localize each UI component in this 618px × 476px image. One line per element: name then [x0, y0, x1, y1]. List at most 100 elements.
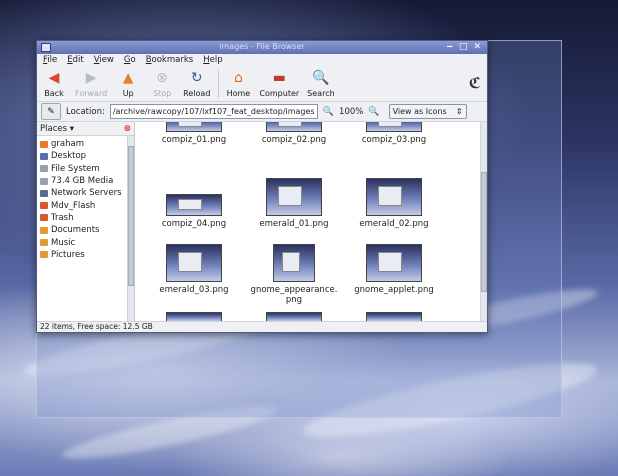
- title-bar[interactable]: images - File Browser ‒ □ ✕: [37, 41, 487, 54]
- image-thumbnail: [266, 178, 322, 216]
- view-mode-select[interactable]: View as Icons ⇕: [388, 104, 467, 119]
- home-icon: ⌂: [233, 70, 243, 86]
- menu-help[interactable]: Help: [203, 55, 222, 65]
- image-thumbnail: [166, 194, 222, 216]
- sidebar-scrollbar[interactable]: [127, 136, 134, 321]
- main-scrollbar[interactable]: [480, 122, 487, 321]
- thumbnail-window: [177, 199, 203, 210]
- thumbnail-window: [177, 252, 203, 272]
- sidebar-item[interactable]: Network Servers: [37, 187, 134, 199]
- toolbar: ◀ Back ▶ Forward ▲ Up ⊗ Stop ↻ Reload ⌂ …: [37, 66, 487, 102]
- edit-icon: ✎: [47, 106, 55, 117]
- places-dropdown[interactable]: Places ▾: [40, 124, 74, 134]
- sidebar-item[interactable]: Trash: [37, 212, 134, 224]
- thumbnail-window: [377, 186, 403, 206]
- file-name-label: compiz_02.png: [261, 135, 327, 145]
- usb-drive-icon: [40, 202, 48, 210]
- image-thumbnail: [366, 122, 422, 132]
- throbber-icon: ℭ: [468, 74, 481, 92]
- arrow-right-icon: ▶: [85, 70, 97, 86]
- menu-file[interactable]: File: [43, 55, 57, 65]
- file-name-label: compiz_04.png: [161, 219, 227, 229]
- close-sidebar-icon[interactable]: ⊗: [123, 124, 131, 134]
- forward-button[interactable]: ▶ Forward: [75, 69, 107, 98]
- sidebar-item[interactable]: Pictures: [37, 249, 134, 261]
- scrollbar-thumb[interactable]: [128, 146, 134, 286]
- sidebar-item[interactable]: Desktop: [37, 150, 134, 162]
- image-thumbnail[interactable]: [266, 312, 322, 321]
- stop-icon: ⊗: [156, 70, 169, 86]
- window-title: images - File Browser: [219, 42, 305, 51]
- forward-label: Forward: [75, 89, 108, 98]
- arrow-up-icon: ▲: [122, 70, 134, 86]
- file-icon[interactable]: emerald_02.png: [349, 178, 439, 229]
- home-label: Home: [226, 89, 251, 98]
- sidebar-item[interactable]: 73.4 GB Media: [37, 175, 134, 187]
- menu-go[interactable]: Go: [124, 55, 136, 65]
- reload-label: Reload: [183, 89, 211, 98]
- toggle-location-button[interactable]: ✎: [41, 103, 61, 120]
- file-name-label: compiz_03.png: [361, 135, 427, 145]
- thumbnail-window: [377, 252, 403, 272]
- sidebar-item-label: Desktop: [51, 151, 87, 162]
- location-input[interactable]: [109, 104, 318, 119]
- view-mode-value: View as Icons: [392, 107, 447, 116]
- folder-icon: [40, 226, 48, 234]
- spinner-arrows-icon: ⇕: [455, 107, 463, 116]
- search-icon: 🔍: [312, 70, 330, 86]
- up-button[interactable]: ▲ Up: [115, 69, 141, 98]
- search-label: Search: [307, 89, 335, 98]
- drive-icon: [40, 165, 48, 173]
- zoom-out-icon[interactable]: 🔍: [323, 107, 334, 117]
- file-icon[interactable]: gnome_appearance. png: [249, 244, 339, 305]
- reload-button[interactable]: ↻ Reload: [183, 69, 210, 98]
- sidebar-item-label: 73.4 GB Media: [51, 176, 114, 187]
- sidebar-item-label: Music: [51, 237, 76, 248]
- menu-edit[interactable]: Edit: [67, 55, 83, 65]
- places-list: graham Desktop File System 73.4 GB Media Net…: [37, 136, 134, 261]
- image-thumbnail[interactable]: [366, 312, 422, 321]
- zoom-level[interactable]: 100%: [339, 107, 363, 117]
- close-button[interactable]: ✕: [473, 42, 481, 52]
- file-icon[interactable]: emerald_03.png: [149, 244, 239, 295]
- file-icon[interactable]: compiz_03.png: [349, 122, 439, 145]
- sidebar-item-label: Pictures: [51, 249, 85, 260]
- back-label: Back: [44, 89, 64, 98]
- file-name-label: emerald_03.png: [159, 285, 229, 295]
- reload-icon: ↻: [190, 70, 203, 86]
- zoom-in-icon[interactable]: 🔍: [368, 107, 379, 117]
- sidebar-item[interactable]: graham: [37, 138, 134, 150]
- menu-view[interactable]: View: [94, 55, 114, 65]
- sidebar-item[interactable]: File System: [37, 163, 134, 175]
- sidebar-item[interactable]: Mdv_Flash: [37, 199, 134, 211]
- home-button[interactable]: ⌂ Home: [225, 69, 251, 98]
- minimize-button[interactable]: ‒: [447, 42, 453, 52]
- trash-icon: [40, 214, 48, 222]
- places-label: Places: [40, 123, 68, 134]
- stop-button[interactable]: ⊗ Stop: [149, 69, 175, 98]
- file-icon[interactable]: compiz_01.png: [149, 122, 239, 145]
- places-sidebar: Places ▾ ⊗ graham Desktop File System 73.4 …: [37, 122, 135, 321]
- sidebar-item-label: Network Servers: [51, 188, 122, 199]
- file-name-label: emerald_02.png: [359, 219, 429, 229]
- scrollbar-thumb[interactable]: [481, 172, 487, 292]
- thumbnail-window: [282, 252, 300, 272]
- image-thumbnail[interactable]: [166, 312, 222, 321]
- computer-button[interactable]: ▬ Computer: [259, 69, 299, 98]
- stop-label: Stop: [153, 89, 172, 98]
- sidebar-item[interactable]: Music: [37, 236, 134, 248]
- back-button[interactable]: ◀ Back: [41, 69, 67, 98]
- file-icon[interactable]: compiz_02.png: [249, 122, 339, 145]
- thumbnail-window: [277, 186, 303, 206]
- status-bar: 22 items, Free space: 12.5 GB: [37, 321, 487, 332]
- menu-bookmarks[interactable]: Bookmarks: [146, 55, 194, 65]
- computer-icon: ▬: [272, 70, 286, 86]
- file-icon[interactable]: emerald_01.png: [249, 178, 339, 229]
- thumbnail-window: [377, 122, 403, 128]
- file-icon[interactable]: gnome_applet.png: [349, 244, 439, 295]
- search-button[interactable]: 🔍 Search: [307, 69, 334, 98]
- sidebar-item[interactable]: Documents: [37, 224, 134, 236]
- sidebar-item-label: graham: [51, 139, 84, 150]
- file-icon[interactable]: compiz_04.png: [149, 194, 239, 229]
- maximize-button[interactable]: □: [459, 42, 468, 52]
